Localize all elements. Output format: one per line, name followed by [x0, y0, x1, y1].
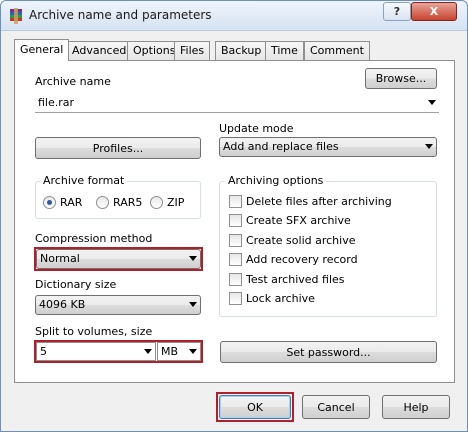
- cancel-button[interactable]: Cancel: [302, 395, 370, 419]
- chevron-down-icon: [144, 349, 152, 354]
- check-delete-files-label: Delete files after archiving: [246, 195, 392, 208]
- dictionary-size-value: 4096 KB: [39, 298, 86, 311]
- radio-rar5[interactable]: [96, 196, 109, 209]
- radio-rar[interactable]: [43, 196, 56, 209]
- check-lock-archive[interactable]: [229, 292, 242, 305]
- close-button[interactable]: X: [411, 2, 457, 21]
- browse-button[interactable]: Browse...: [365, 68, 437, 89]
- close-icon: X: [429, 5, 439, 18]
- dictionary-size-select[interactable]: 4096 KB: [35, 295, 201, 315]
- help-button[interactable]: Help: [382, 395, 450, 419]
- tab-advanced[interactable]: Advanced: [66, 41, 133, 60]
- check-create-solid-label: Create solid archive: [246, 234, 356, 247]
- chevron-down-icon: [189, 349, 197, 354]
- ok-button[interactable]: OK: [219, 395, 291, 419]
- radio-rar-label: RAR: [60, 196, 83, 209]
- question-icon: ?: [393, 5, 401, 18]
- radio-rar5-label: RAR5: [113, 196, 143, 209]
- tab-time[interactable]: Time: [265, 41, 304, 60]
- split-size-value: 5: [40, 345, 47, 358]
- archive-dialog: Archive name and parameters ? X General …: [0, 0, 468, 432]
- archive-format-title: Archive format: [40, 174, 128, 187]
- chevron-down-icon: [189, 256, 197, 261]
- compression-method-select[interactable]: Normal: [36, 249, 201, 269]
- chevron-down-icon: [428, 100, 436, 105]
- check-lock-archive-label: Lock archive: [246, 292, 315, 305]
- set-password-button[interactable]: Set password...: [220, 341, 437, 363]
- check-test-files-label: Test archived files: [246, 273, 345, 286]
- archive-name-combo[interactable]: file.rar: [35, 94, 439, 113]
- split-size-combo[interactable]: 5: [36, 342, 156, 361]
- check-create-solid[interactable]: [229, 234, 242, 247]
- chevron-down-icon: [425, 144, 433, 149]
- general-panel: Archive name Browse... file.rar Update m…: [14, 60, 455, 383]
- split-unit-select[interactable]: MB: [157, 342, 201, 361]
- archiving-options-title: Archiving options: [225, 174, 327, 187]
- compression-method-label: Compression method: [35, 232, 153, 245]
- check-recovery-record-label: Add recovery record: [246, 253, 358, 266]
- archive-name-label: Archive name: [35, 75, 111, 88]
- check-create-sfx-label: Create SFX archive: [246, 214, 351, 227]
- split-unit-value: MB: [161, 345, 179, 358]
- tab-backup[interactable]: Backup: [215, 41, 268, 60]
- radio-zip-label: ZIP: [167, 196, 185, 209]
- archive-name-value: file.rar: [38, 96, 75, 109]
- dictionary-size-label: Dictionary size: [35, 278, 117, 291]
- title-bar: Archive name and parameters ? X: [1, 1, 467, 31]
- help-title-button[interactable]: ?: [383, 2, 411, 21]
- compression-method-value: Normal: [40, 252, 80, 265]
- tab-general[interactable]: General: [14, 39, 70, 61]
- check-recovery-record[interactable]: [229, 253, 242, 266]
- profiles-button[interactable]: Profiles...: [35, 137, 201, 159]
- tab-comment[interactable]: Comment: [304, 41, 370, 60]
- window-title: Archive name and parameters: [29, 8, 212, 22]
- tab-files[interactable]: Files: [174, 41, 211, 60]
- update-mode-value: Add and replace files: [223, 140, 339, 153]
- check-delete-files[interactable]: [229, 195, 242, 208]
- check-create-sfx[interactable]: [229, 214, 242, 227]
- chevron-down-icon: [189, 302, 197, 307]
- update-mode-select[interactable]: Add and replace files: [219, 137, 437, 157]
- winrar-app-icon: [10, 8, 22, 24]
- split-volumes-label: Split to volumes, size: [35, 325, 153, 338]
- radio-zip[interactable]: [150, 196, 163, 209]
- check-test-files[interactable]: [229, 273, 242, 286]
- update-mode-label: Update mode: [219, 122, 294, 135]
